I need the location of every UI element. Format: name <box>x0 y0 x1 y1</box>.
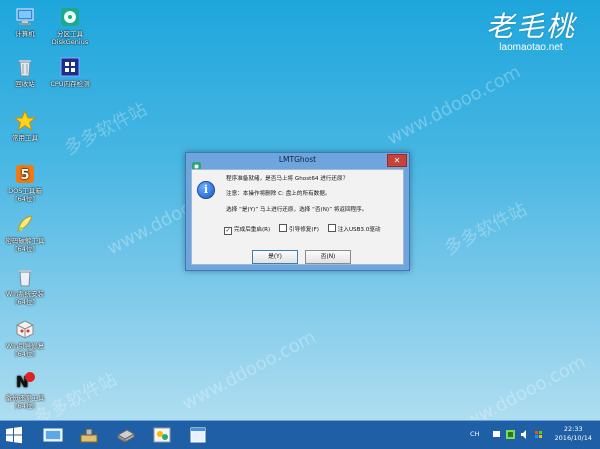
desktop-icon-common-tools[interactable]: 常用工具 <box>0 109 54 142</box>
dialog-message-line1: 程序准备就绪，是否马上将 Ghost64 进行还原？ <box>226 176 349 182</box>
usb3-driver-checkbox[interactable]: 注入USB3.0驱动 <box>327 224 381 233</box>
recycle-bin-icon <box>14 56 36 78</box>
taskbar: CH 22:33 2016/10/14 <box>0 420 600 449</box>
boot-repair-checkbox[interactable]: 引导修复(F) <box>279 224 319 233</box>
reboot-checkbox[interactable]: ✓ 完成后重启(R) <box>224 225 270 235</box>
flag-icon[interactable] <box>534 430 543 439</box>
yes-button[interactable]: 是(Y) <box>252 250 298 264</box>
checkbox-box <box>327 224 336 232</box>
taskbar-app-tools[interactable] <box>78 425 100 445</box>
dialog-title: LMTGhost <box>278 155 317 164</box>
system-tray: CH 22:33 2016/10/14 <box>450 421 600 449</box>
checkbox-box: ✓ <box>224 227 232 235</box>
windows-icon <box>6 426 22 444</box>
dialog-options: ✓ 完成后重启(R) 引导修复(F) 注入USB3.0驱动 <box>224 224 388 235</box>
clock-date: 2016/10/14 <box>554 434 592 442</box>
dos-toolbox-icon: 5 <box>14 163 36 185</box>
svg-text:5: 5 <box>20 168 29 183</box>
desktop-icon <box>43 428 63 442</box>
desktop-icon-boot-repair[interactable]: Win引导修复 [64位] <box>0 318 54 358</box>
win-install-icon <box>14 266 36 288</box>
brand-url: laomaotao.net <box>499 42 563 53</box>
taskbar-app-ghost[interactable] <box>151 425 173 445</box>
backup-tool-icon: N <box>14 370 36 392</box>
window-icon <box>190 427 206 443</box>
volume-icon[interactable] <box>520 430 529 439</box>
taskbar-app-desktop[interactable] <box>42 425 64 445</box>
watermark-text: 多多软件站 <box>441 198 531 260</box>
cpu-test-icon <box>59 56 81 78</box>
brand-name: 老毛桃 <box>485 10 576 43</box>
checkbox-box <box>279 224 288 232</box>
watermark-text: 多多软件站 <box>61 98 151 160</box>
star-icon <box>13 109 37 132</box>
taskbar-app-drive[interactable] <box>115 425 137 445</box>
brand-logo: 老毛桃 laomaotao.net <box>476 10 586 54</box>
ghost-dialog: LMTGhost ✕ i 程序准备就绪，是否马上将 Ghost64 进行还原？ … <box>185 152 410 271</box>
desktop-icon-diskgenius[interactable]: 分区工具 DiskGenius <box>41 6 99 46</box>
tools-icon <box>80 428 98 443</box>
desktop: 计算机 回收站 常用工具 5 DOS工具箱 [64位] 密码破解工具 [64位]… <box>0 0 600 440</box>
desktop-icon-win-install[interactable]: Win系统安装 [64位] <box>0 266 54 306</box>
computer-icon <box>14 6 36 28</box>
dialog-message-line3: 选择 “是(Y)” 马上进行还原，选择 “否(N)” 将返回程序。 <box>226 207 368 213</box>
clock[interactable]: 22:33 2016/10/14 <box>555 425 592 443</box>
ghost-icon <box>153 427 171 443</box>
clock-time: 22:33 <box>563 425 583 433</box>
boot-repair-icon <box>14 318 36 340</box>
start-button[interactable] <box>5 426 23 444</box>
dialog-title-bar[interactable]: LMTGhost ✕ <box>186 153 409 171</box>
dialog-body: i 程序准备就绪，是否马上将 Ghost64 进行还原？ 注意：本操作将删除 C… <box>191 169 404 265</box>
network-icon[interactable] <box>492 430 501 439</box>
desktop-icon-password-tool[interactable]: 密码破解工具 [64位] <box>0 213 54 253</box>
desktop-icon-dos-toolbox[interactable]: 5 DOS工具箱 [64位] <box>0 163 54 203</box>
watermark-url: www.ddooo.com <box>383 61 525 150</box>
tray-app-icon[interactable] <box>506 430 515 439</box>
taskbar-app-window[interactable] <box>187 425 209 445</box>
desktop-icon-cpu-test[interactable]: CPU内存检测 <box>41 56 99 88</box>
drive-icon <box>116 429 136 443</box>
dialog-message-line2: 注意：本操作将删除 C: 盘上的所有数据。 <box>226 191 331 197</box>
close-button[interactable]: ✕ <box>387 154 407 167</box>
no-button[interactable]: 否(N) <box>305 250 351 264</box>
language-indicator[interactable]: CH <box>470 430 479 438</box>
password-tool-icon <box>14 213 36 235</box>
info-icon: i <box>197 181 215 199</box>
diskgenius-icon <box>59 6 81 28</box>
watermark-url: www.ddooo.com <box>178 326 320 415</box>
